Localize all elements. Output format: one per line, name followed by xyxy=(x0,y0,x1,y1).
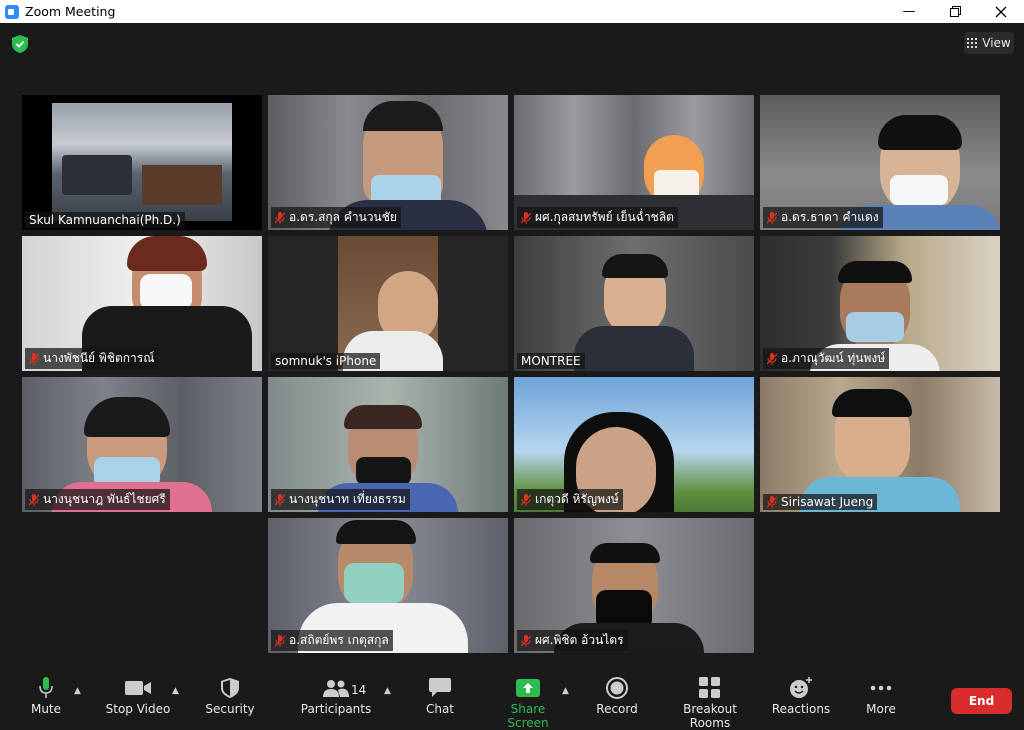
participant-name: เกตุวดี หิรัญพงษ์ xyxy=(517,489,623,510)
video-tile[interactable]: ผศ.กุลสมทรัพย์ เย็นฉ่ำชลิต xyxy=(514,95,754,230)
participant-name: somnuk's iPhone xyxy=(271,353,381,369)
muted-mic-icon xyxy=(274,634,286,647)
chat-button[interactable]: Chat xyxy=(418,674,462,716)
muted-mic-icon xyxy=(28,352,40,365)
breakout-rooms-button[interactable]: Breakout Rooms xyxy=(662,674,758,730)
participants-icon xyxy=(323,680,349,697)
video-tile[interactable]: นางนุชนาฎ พันธ์ไชยศรี xyxy=(22,377,262,512)
record-button[interactable]: Record xyxy=(594,674,640,716)
muted-mic-icon xyxy=(766,496,778,508)
video-tile[interactable]: Skul Kamnuanchai(Ph.D.) xyxy=(22,95,262,230)
share-screen-button[interactable]: Share Screen xyxy=(490,674,566,730)
close-button[interactable] xyxy=(978,0,1024,23)
security-button[interactable]: Security xyxy=(202,674,258,716)
window-title: Zoom Meeting xyxy=(25,4,116,19)
participant-name: นางนุชนาท เที่ยงธรรม xyxy=(271,489,410,510)
share-options-caret[interactable]: ▲ xyxy=(562,686,569,696)
record-icon xyxy=(606,677,628,699)
stop-video-button[interactable]: Stop Video xyxy=(104,674,172,716)
audio-options-caret[interactable]: ▲ xyxy=(74,686,81,696)
participant-name: MONTREE xyxy=(517,353,585,369)
title-bar: Zoom Meeting — xyxy=(0,0,1024,23)
muted-mic-icon xyxy=(28,493,40,506)
participant-name: นางนุชนาฎ พันธ์ไชยศรี xyxy=(25,489,170,510)
view-button[interactable]: View xyxy=(964,32,1014,54)
video-tile[interactable]: somnuk's iPhone xyxy=(268,236,508,371)
participant-name: Sirisawat Jueng xyxy=(763,494,878,510)
muted-mic-icon xyxy=(520,634,532,647)
video-tile[interactable]: ผศ.พิชิต อ้วนไตร xyxy=(514,518,754,653)
video-tile[interactable]: นางนุชนาท เที่ยงธรรม xyxy=(268,377,508,512)
more-dots-icon xyxy=(870,685,892,691)
video-tile[interactable]: อ.ดร.สกุล คำนวนชัย xyxy=(268,95,508,230)
video-options-caret[interactable]: ▲ xyxy=(172,686,179,696)
end-meeting-button[interactable]: End xyxy=(951,688,1012,714)
share-screen-icon xyxy=(516,679,540,697)
video-tile[interactable]: อ.สถิตย์พร เกตุสกุล xyxy=(268,518,508,653)
participant-name: อ.ดร.ธาดา คำแดง xyxy=(763,207,883,228)
encryption-shield-icon[interactable] xyxy=(12,35,28,53)
participants-options-caret[interactable]: ▲ xyxy=(384,686,391,696)
participant-name: อ.ดร.สกุล คำนวนชัย xyxy=(271,207,401,228)
microphone-icon xyxy=(39,677,53,698)
muted-mic-icon xyxy=(520,211,532,224)
muted-mic-icon xyxy=(766,211,778,224)
meeting-toolbar: Mute ▲ Stop Video ▲ Security Participant… xyxy=(0,670,1024,730)
video-camera-icon xyxy=(125,681,151,695)
security-shield-icon xyxy=(221,678,239,698)
participant-name: ผศ.กุลสมทรัพย์ เย็นฉ่ำชลิต xyxy=(517,207,678,228)
more-button[interactable]: More xyxy=(860,674,902,716)
maximize-button[interactable] xyxy=(932,0,978,23)
minimize-button[interactable]: — xyxy=(886,0,932,23)
participant-name: อ.ภาณุวัฒน์ ทุ่นพงษ์ xyxy=(763,348,890,369)
participant-name: อ.สถิตย์พร เกตุสกุล xyxy=(271,630,393,651)
participants-count: 14 xyxy=(351,683,367,697)
chat-bubble-icon xyxy=(429,678,451,697)
mute-button[interactable]: Mute xyxy=(22,674,70,716)
video-tile[interactable]: เกตุวดี หิรัญพงษ์ xyxy=(514,377,754,512)
muted-mic-icon xyxy=(274,493,286,506)
video-tile[interactable]: อ.ภาณุวัฒน์ ทุ่นพงษ์ xyxy=(760,236,1000,371)
participant-name: ผศ.พิชิต อ้วนไตร xyxy=(517,630,628,651)
zoom-app-icon xyxy=(5,4,19,19)
video-tile[interactable]: นางพัชนีย์ พิชิตการณ์ xyxy=(22,236,262,371)
muted-mic-icon xyxy=(274,211,286,224)
video-tile[interactable]: MONTREE xyxy=(514,236,754,371)
video-tile[interactable]: Sirisawat Jueng xyxy=(760,377,1000,512)
reactions-button[interactable]: Reactions xyxy=(770,674,832,716)
view-label: View xyxy=(982,36,1011,50)
video-tile[interactable]: อ.ดร.ธาดา คำแดง xyxy=(760,95,1000,230)
muted-mic-icon xyxy=(520,493,532,506)
participant-name: Skul Kamnuanchai(Ph.D.) xyxy=(25,212,185,228)
grid-icon xyxy=(967,38,978,48)
muted-mic-icon xyxy=(766,352,778,365)
participant-name: นางพัชนีย์ พิชิตการณ์ xyxy=(25,348,159,369)
breakout-rooms-icon xyxy=(699,677,720,698)
reactions-smiley-icon xyxy=(790,677,812,698)
